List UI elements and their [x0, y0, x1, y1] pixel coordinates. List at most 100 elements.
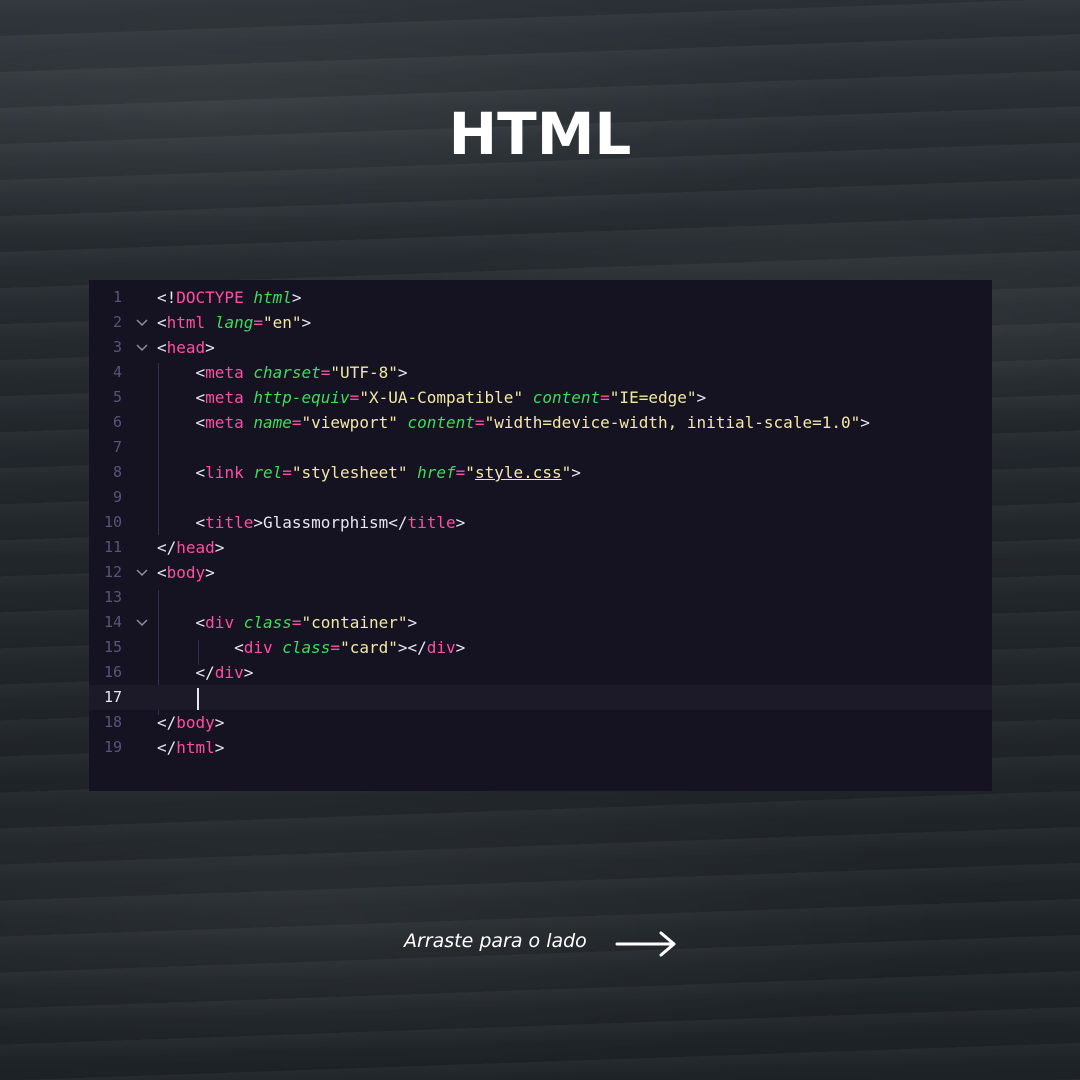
code-line[interactable]: 19 </html>	[89, 735, 992, 760]
code-line[interactable]: 10 <title>Glassmorphism</title>	[89, 510, 992, 535]
code-token-punc: <	[157, 613, 206, 632]
code-line[interactable]: 1 <!DOCTYPE html>	[89, 285, 992, 310]
code-token-str: "en"	[262, 313, 302, 332]
code-token-punc: >	[407, 613, 418, 632]
fold-chevron-icon[interactable]	[135, 310, 149, 335]
line-number: 14	[103, 613, 122, 631]
code-token-punc	[523, 388, 533, 407]
code-token-attr: class	[282, 638, 331, 657]
code-token-tag: body	[176, 713, 215, 732]
code-token-punc	[244, 413, 254, 432]
code-token-tag: div	[426, 638, 456, 657]
code-token-punc: >	[243, 663, 254, 682]
code-token-tag: div	[214, 663, 244, 682]
code-token-punc: >	[696, 388, 707, 407]
code-token-tag: div	[243, 638, 273, 657]
code-line[interactable]: 8 <link rel="stylesheet" href="style.css…	[89, 460, 992, 485]
code-text: <meta http-equiv="X-UA-Compatible" conte…	[157, 385, 707, 410]
code-token-punc: >	[571, 463, 581, 482]
fold-chevron-icon[interactable]	[135, 335, 149, 360]
code-token-attr: content	[407, 413, 475, 432]
code-token-eq: =	[320, 363, 331, 382]
line-number: 12	[103, 563, 122, 581]
line-number: 2	[112, 313, 122, 331]
code-token-attr: charset	[253, 363, 321, 382]
code-token-tag: meta	[205, 413, 244, 432]
code-token-tag: html	[176, 738, 215, 757]
code-line[interactable]: 12 <body>	[89, 560, 992, 585]
line-number: 8	[112, 463, 122, 481]
code-token-tag: DOCTYPE	[176, 288, 244, 307]
code-token-punc: <	[157, 388, 206, 407]
code-token-eq: =	[474, 413, 485, 432]
code-token-text: Glassmorphism	[262, 513, 389, 532]
code-token-str: "UTF-8"	[330, 363, 398, 382]
code-line[interactable]: 18 </body>	[89, 710, 992, 735]
code-token-tag: html	[166, 313, 206, 332]
code-line[interactable]: 5 <meta http-equiv="X-UA-Compatible" con…	[89, 385, 992, 410]
code-token-punc: <	[157, 313, 167, 332]
code-line[interactable]: 13	[89, 585, 992, 610]
line-number: 15	[103, 638, 122, 656]
code-token-punc: </	[157, 538, 177, 557]
code-token-eq: =	[455, 463, 466, 482]
code-text: <meta charset="UTF-8">	[157, 360, 408, 385]
code-token-punc: >	[301, 313, 312, 332]
code-line[interactable]: 2 <html lang="en">	[89, 310, 992, 335]
code-token-punc: </	[157, 713, 177, 732]
code-token-punc	[234, 613, 244, 632]
fold-chevron-icon[interactable]	[135, 560, 149, 585]
code-editor[interactable]: 1 <!DOCTYPE html> 2 <html lang="en"> 3 <head>…	[89, 280, 992, 791]
code-token-punc: >	[205, 338, 215, 357]
text-cursor	[197, 688, 199, 710]
code-line[interactable]: 15 <div class="card"></div>	[89, 635, 992, 660]
code-line[interactable]: 11 </head>	[89, 535, 992, 560]
code-text: <link rel="stylesheet" href="style.css">	[157, 460, 581, 485]
code-line[interactable]: 7	[89, 435, 992, 460]
line-number: 13	[103, 588, 122, 606]
line-number: 3	[112, 338, 122, 356]
code-line[interactable]: 14 <div class="container">	[89, 610, 992, 635]
code-token-punc: >	[455, 513, 466, 532]
code-text: <div class="container">	[157, 610, 418, 635]
code-token-attr: content	[532, 388, 601, 407]
code-token-punc: >	[214, 538, 225, 557]
line-number: 6	[112, 413, 122, 431]
code-token-punc: >	[214, 738, 225, 757]
line-number: 4	[112, 363, 122, 381]
code-line[interactable]: 4 <meta charset="UTF-8">	[89, 360, 992, 385]
code-token-eq: =	[253, 313, 263, 332]
code-token-tag: title	[205, 513, 254, 532]
line-number: 19	[103, 738, 122, 756]
line-number: 10	[103, 513, 122, 531]
line-number: 5	[112, 388, 122, 406]
code-line[interactable]: 9	[89, 485, 992, 510]
line-number: 1	[112, 288, 122, 306]
code-token-punc	[205, 313, 215, 332]
code-token-str: "	[465, 463, 475, 482]
code-token-punc	[407, 463, 417, 482]
code-token-eq: =	[600, 388, 610, 407]
code-token-tag: head	[166, 338, 206, 357]
code-token-punc: >	[397, 363, 408, 382]
code-token-punc: </	[157, 663, 215, 682]
code-text: </head>	[157, 535, 224, 560]
code-text: <head>	[157, 335, 215, 360]
code-token-eq: =	[282, 463, 292, 482]
code-token-punc: ></	[397, 638, 427, 657]
line-number: 18	[103, 713, 122, 731]
code-token-punc: <	[157, 638, 244, 657]
code-line[interactable]: 6 <meta name="viewport" content="width=d…	[89, 410, 992, 435]
code-line[interactable]: 16 </div>	[89, 660, 992, 685]
line-number: 7	[112, 438, 122, 456]
code-token-punc: </	[388, 513, 408, 532]
code-token-attr: href	[417, 463, 456, 482]
code-text: </div>	[157, 660, 254, 685]
code-token-punc: <	[157, 413, 206, 432]
code-token-punc: >	[860, 413, 870, 432]
code-token-str: "	[561, 463, 572, 482]
fold-chevron-icon[interactable]	[135, 610, 149, 635]
code-token-tag: meta	[205, 363, 244, 382]
code-line[interactable]: 17	[89, 685, 992, 710]
code-line[interactable]: 3 <head>	[89, 335, 992, 360]
